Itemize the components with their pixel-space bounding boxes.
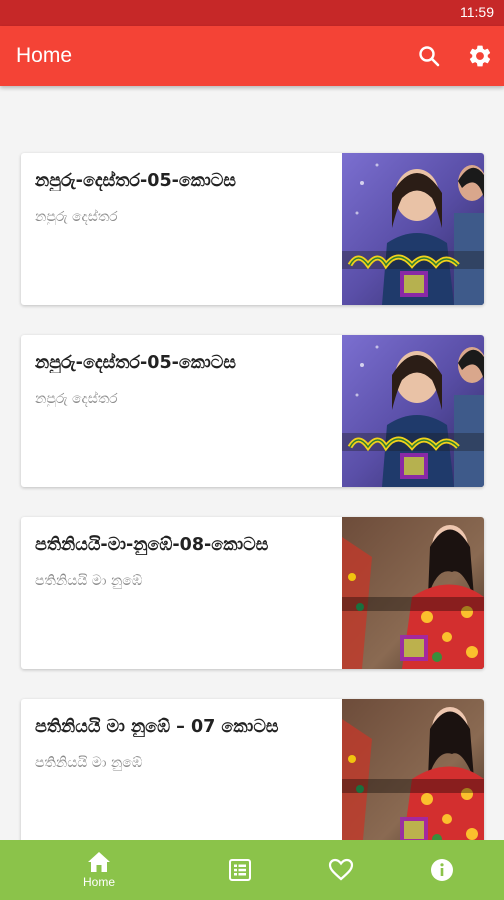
episode-thumbnail <box>342 335 484 487</box>
episode-title: නපුරු-දෙස්තර-05-කොටස <box>35 171 236 191</box>
episode-card[interactable]: පතිනියයි-මා-නුඹේ-08-කොටස පතිනියයි මා නුඹ… <box>21 517 484 669</box>
episode-card[interactable]: නපුරු-දෙස්තර-05-කොටස නපුරු දෙස්තර <box>21 153 484 305</box>
nav-home[interactable]: Home <box>49 840 149 900</box>
series-name: නපුරු දෙස්තර <box>35 391 118 407</box>
nav-home-label: Home <box>82 875 115 889</box>
home-icon <box>88 852 110 872</box>
episode-card[interactable]: නපුරු-දෙස්තර-05-කොටස නපුරු දෙස්තර <box>21 335 484 487</box>
episode-title: පතිනියයි-මා-නුඹේ-08-කොටස <box>35 535 269 555</box>
episode-title: නපුරු-දෙස්තර-05-කොටස <box>35 353 236 373</box>
episode-thumbnail <box>342 153 484 305</box>
series-name: පතිනියයි මා නුඹේ <box>35 755 143 771</box>
series-name: පතිනියයි මා නුඹේ <box>35 573 143 589</box>
episode-list: නපුරු-දෙස්තර-05-කොටස නපුරු දෙස්තර නපුරු-… <box>0 86 504 840</box>
search-button[interactable] <box>415 42 443 70</box>
app-bar: Home <box>0 26 504 86</box>
settings-button[interactable] <box>466 42 494 70</box>
page-title: Home <box>16 44 73 67</box>
status-bar: 11:59 <box>0 0 504 26</box>
nav-list[interactable] <box>190 840 290 900</box>
episode-thumbnail <box>342 699 484 840</box>
heart-icon <box>328 858 354 881</box>
info-icon <box>431 859 453 881</box>
gear-icon <box>469 45 491 67</box>
episode-thumbnail <box>342 517 484 669</box>
bottom-navigation: Home <box>0 840 504 900</box>
series-name: නපුරු දෙස්තර <box>35 209 118 225</box>
search-icon <box>419 46 440 67</box>
episode-card[interactable]: පතිනියයි මා නුඹේ – 07 කොටස පතිනියයි මා න… <box>21 699 484 840</box>
nav-info[interactable] <box>392 840 492 900</box>
nav-favorites[interactable] <box>291 840 391 900</box>
status-time: 11:59 <box>460 4 494 20</box>
list-icon <box>229 859 251 881</box>
episode-title: පතිනියයි මා නුඹේ – 07 කොටස <box>35 717 279 737</box>
